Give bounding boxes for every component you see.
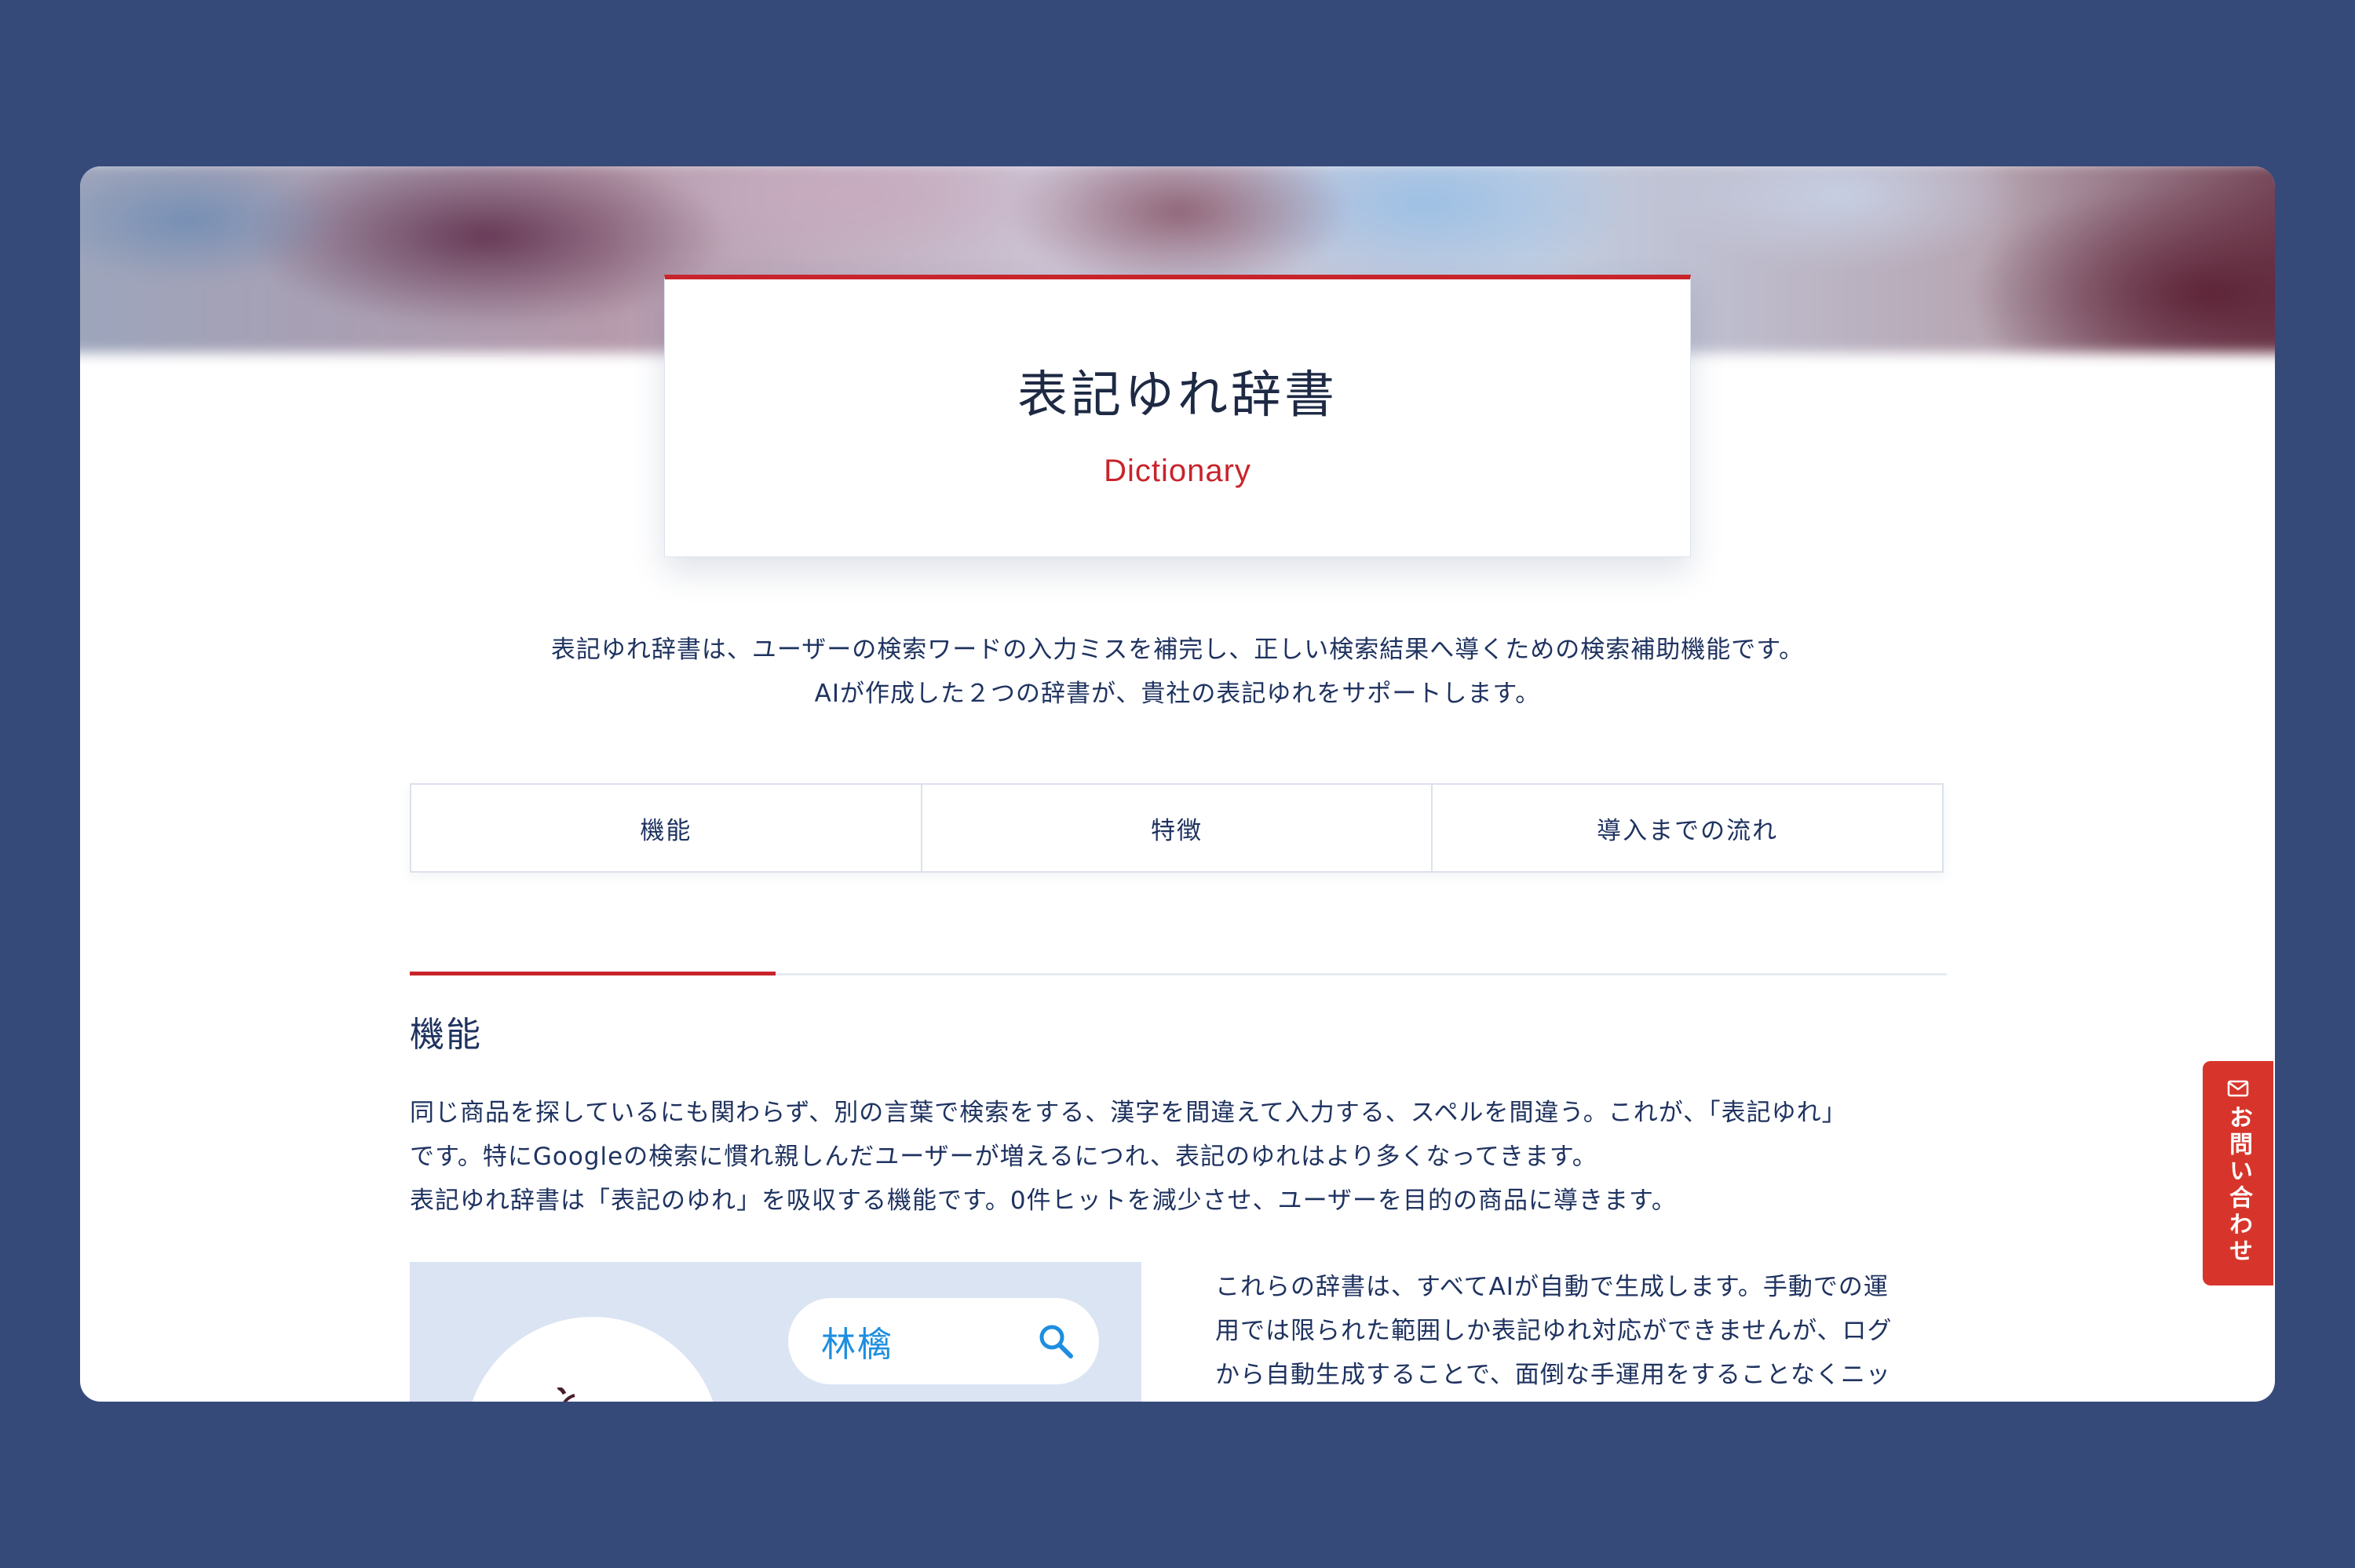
section-title: 機能 bbox=[410, 1015, 482, 1055]
section-paragraph: 同じ商品を探しているにも関わらず、別の言葉で検索をする、漢字を間違えて入力する、… bbox=[410, 1091, 1956, 1223]
intro-line-2: AIが作成した２つの辞書が、貴社の表記ゆれをサポートします。 bbox=[814, 680, 1541, 708]
illustration-search-box: 林檎 bbox=[788, 1298, 1099, 1384]
search-illustration: 林檎 bbox=[410, 1262, 1141, 1402]
intro-text: 表記ゆれ辞書は、ユーザーの検索ワードの入力ミスを補完し、正しい検索結果へ導くため… bbox=[80, 628, 2275, 716]
page-title: 表記ゆれ辞書 bbox=[1017, 366, 1338, 425]
side-description: これらの辞書は、すべてAIが自動で生成します。手動での運 用では限られた範囲しか… bbox=[1215, 1265, 1953, 1397]
side-line-2: 用では限られた範囲しか表記ゆれ対応ができませんが、ログ bbox=[1215, 1317, 1893, 1345]
page-subtitle: Dictionary bbox=[1104, 454, 1251, 488]
apple-icon bbox=[557, 1387, 575, 1402]
tab-implementation-flow[interactable]: 導入までの流れ bbox=[1431, 785, 1942, 871]
contact-button-label: お問い合わせ bbox=[2225, 1105, 2252, 1265]
tab-features[interactable]: 機能 bbox=[411, 785, 921, 871]
browser-window: 表記ゆれ辞書 Dictionary 表記ゆれ辞書は、ユーザーの検索ワードの入力ミ… bbox=[80, 166, 2275, 1402]
side-line-3: から自動生成することで、面倒な手運用をすることなくニッ bbox=[1215, 1361, 1891, 1389]
section-divider bbox=[410, 972, 1947, 975]
search-icon bbox=[1039, 1325, 1073, 1358]
section-divider-accent bbox=[410, 972, 776, 975]
side-line-1: これらの辞書は、すべてAIが自動で生成します。手動での運 bbox=[1215, 1273, 1889, 1301]
title-card: 表記ゆれ辞書 Dictionary bbox=[664, 275, 1691, 557]
tab-characteristics[interactable]: 特徴 bbox=[920, 785, 1432, 871]
mail-icon bbox=[2227, 1080, 2249, 1097]
paragraph-line-2: です。特にGoogleの検索に慣れ親しんだユーザーが増えるにつれ、表記のゆれはよ… bbox=[410, 1143, 1597, 1171]
contact-button[interactable]: お問い合わせ bbox=[2203, 1061, 2273, 1285]
illustration-search-query: 林檎 bbox=[821, 1325, 893, 1365]
section-tabs: 機能 特徴 導入までの流れ bbox=[410, 783, 1944, 873]
paragraph-line-3: 表記ゆれ辞書は「表記のゆれ」を吸収する機能です。0件ヒットを減少させ、ユーザーを… bbox=[410, 1187, 1677, 1215]
intro-line-1: 表記ゆれ辞書は、ユーザーの検索ワードの入力ミスを補完し、正しい検索結果へ導くため… bbox=[550, 636, 1805, 664]
paragraph-line-1: 同じ商品を探しているにも関わらず、別の言葉で検索をする、漢字を間違えて入力する、… bbox=[410, 1099, 1847, 1127]
